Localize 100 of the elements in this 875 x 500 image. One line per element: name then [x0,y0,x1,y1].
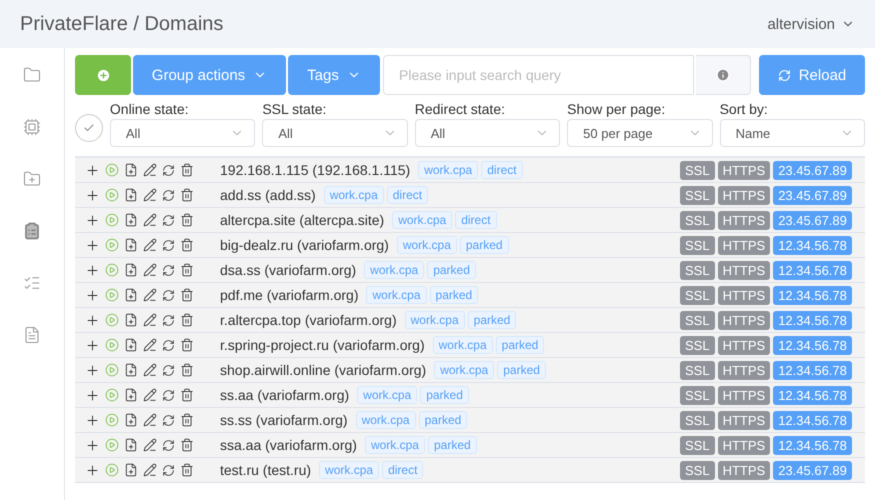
refresh-icon[interactable] [162,188,175,202]
trash-icon[interactable] [180,163,194,177]
pencil-icon[interactable] [143,238,157,252]
file-plus-icon[interactable] [124,238,138,252]
select-all-checkbox[interactable] [75,114,103,142]
plus-icon[interactable] [85,462,100,478]
folder-plus-icon[interactable] [23,170,41,188]
file-plus-icon[interactable] [124,363,138,377]
https-badge: HTTPS [718,160,770,180]
chip-icon[interactable] [23,118,41,136]
file-plus-icon[interactable] [124,263,138,277]
file-plus-icon[interactable] [124,438,138,452]
file-plus-icon[interactable] [124,313,138,327]
plus-icon[interactable] [85,262,100,278]
https-badge: HTTPS [718,210,770,230]
https-badge: HTTPS [718,360,770,380]
filter-select[interactable]: All [262,119,408,147]
pencil-icon[interactable] [143,263,157,277]
pencil-icon[interactable] [143,288,157,302]
plus-icon[interactable] [85,338,100,352]
plus-icon[interactable] [85,362,100,378]
refresh-icon[interactable] [162,288,175,302]
refresh-icon[interactable] [162,314,175,326]
pencil-icon[interactable] [143,363,157,377]
search-field[interactable]: Please input search query [383,55,694,95]
file-plus-icon[interactable] [124,413,138,427]
file-plus-icon[interactable] [124,288,138,302]
trash-icon[interactable] [180,213,194,227]
tag: work.cpa [366,286,427,304]
trash-icon[interactable] [180,238,194,252]
trash-icon[interactable] [180,263,194,277]
document-icon[interactable] [23,326,41,344]
trash-icon[interactable] [180,438,194,452]
plus-icon[interactable] [85,288,100,302]
file-plus-icon[interactable] [124,388,138,402]
plus-icon[interactable] [85,188,100,202]
checklist-icon[interactable] [23,274,41,292]
pencil-icon[interactable] [143,188,157,202]
plus-icon[interactable] [85,438,100,452]
refresh-icon[interactable] [162,238,175,252]
plus-icon[interactable] [85,412,100,428]
file-plus-icon[interactable] [124,163,138,177]
plus-icon[interactable] [85,238,100,252]
trash-icon[interactable] [180,413,194,427]
plus-icon[interactable] [85,312,100,328]
domain-name: dsa.ss (variofarm.org) [220,262,356,278]
ssl-badge: SSL [680,460,715,480]
trash-icon[interactable] [180,288,194,302]
pencil-icon[interactable] [143,163,157,177]
trash-icon[interactable] [180,313,194,327]
file-plus-icon[interactable] [124,463,138,477]
file-plus-icon[interactable] [124,338,138,352]
file-plus-icon[interactable] [124,188,138,202]
tag: work.cpa [396,236,457,254]
tag: direct [382,461,424,479]
refresh-icon[interactable] [162,388,175,402]
clipboard-icon[interactable] [23,222,41,240]
folder-icon[interactable] [23,66,41,84]
https-badge: HTTPS [718,436,770,454]
pencil-icon[interactable] [143,438,157,452]
trash-icon[interactable] [180,363,194,377]
plus-icon[interactable] [85,388,100,402]
refresh-icon[interactable] [162,414,175,426]
pencil-icon[interactable] [143,413,157,427]
refresh-icon[interactable] [162,438,175,452]
tag: work.cpa [404,311,465,329]
filter-select[interactable]: 50 per page [567,119,713,147]
filter-select[interactable]: All [110,119,256,147]
pencil-icon[interactable] [143,213,157,227]
refresh-icon[interactable] [162,164,175,176]
user-menu[interactable]: altervision [767,16,855,32]
ssl-badge: SSL [680,186,715,204]
refresh-icon[interactable] [162,338,175,352]
refresh-icon[interactable] [162,264,175,276]
pencil-icon[interactable] [143,463,157,477]
filter-select[interactable]: All [414,119,560,147]
pencil-icon[interactable] [143,338,157,352]
ip-badge: 12.34.56.78 [773,336,852,354]
ip-badge: 23.45.67.89 [773,186,852,204]
plus-icon[interactable] [85,212,100,228]
tag: parked [468,311,516,329]
pencil-icon[interactable] [143,313,157,327]
trash-icon[interactable] [180,188,194,202]
pencil-icon[interactable] [143,388,157,402]
refresh-icon[interactable] [162,464,175,476]
refresh-icon[interactable] [162,214,175,226]
trash-icon[interactable] [180,463,194,477]
trash-icon[interactable] [180,338,194,352]
tag: work.cpa [364,261,424,279]
file-plus-icon[interactable] [124,213,138,227]
refresh-icon[interactable] [162,364,175,376]
ip-badge: 12.34.56.78 [773,260,852,280]
domain-name: add.ss (add.ss) [220,187,316,203]
plus-icon[interactable] [85,162,100,178]
trash-icon[interactable] [180,388,194,402]
tag: parked [430,286,478,304]
filter-select[interactable]: Name [720,119,865,147]
ip-badge: 12.34.56.78 [773,286,852,304]
domain-name: shop.airwill.online (variofarm.org) [220,362,426,378]
info-button[interactable] [696,55,751,95]
